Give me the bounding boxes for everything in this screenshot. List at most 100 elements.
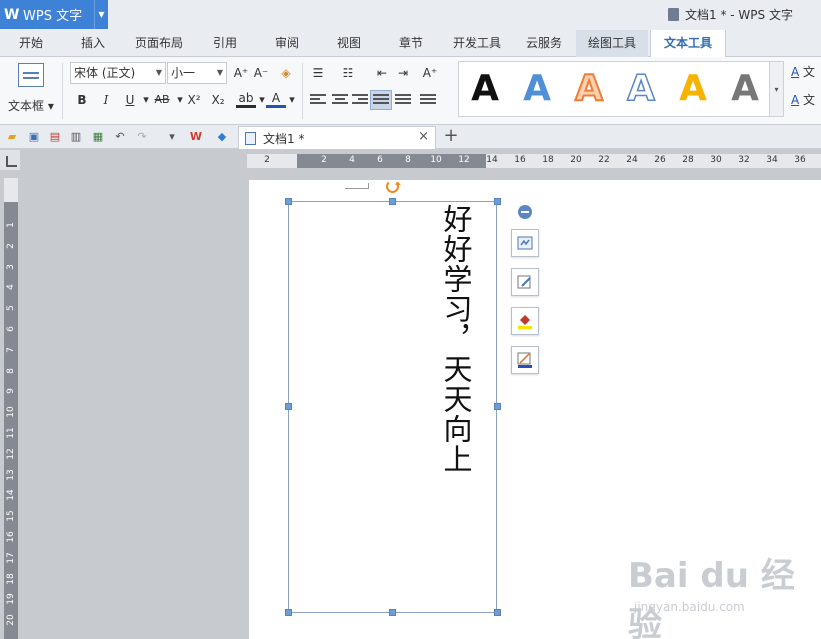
print-icon[interactable]: ▥ <box>68 129 84 145</box>
watermark-url: jingyan.baidu.com <box>634 600 745 614</box>
ruler-tick-label: 20 <box>570 155 582 165</box>
text-style-gallery: A A A A A A <box>458 61 770 117</box>
open-folder-icon[interactable]: ▰ <box>4 129 20 145</box>
increase-indent-icon[interactable]: ⇥ <box>393 63 413 83</box>
ruler-corner[interactable] <box>0 150 20 170</box>
ruler-tick-label: 5 <box>6 305 16 312</box>
document-tab[interactable]: 文档1 * × <box>238 126 436 149</box>
ruler-tick-label: 18 <box>6 572 16 585</box>
ruler-tick-label: 36 <box>794 155 806 165</box>
resize-handle-nw[interactable] <box>285 198 292 205</box>
rotate-handle-icon[interactable] <box>386 180 401 193</box>
layout-options-button[interactable] <box>511 229 539 257</box>
ruler-tick-label: 22 <box>598 155 610 165</box>
tab-chapter[interactable]: 章节 <box>386 30 436 57</box>
ruler-tick-label: 6 <box>6 326 16 332</box>
ruler-tick-label: 18 <box>542 155 554 165</box>
undo-icon[interactable]: ↶ <box>112 129 128 145</box>
close-icon[interactable]: × <box>418 129 429 144</box>
style-orange-outline[interactable]: A <box>565 66 613 112</box>
ruler-tick-label: 13 <box>6 468 16 481</box>
clear-format-icon[interactable]: ◈ <box>276 63 296 83</box>
tab-drawing-tools[interactable]: 绘图工具 <box>576 30 648 57</box>
ruler-tick-label: 1 <box>6 222 16 228</box>
ruler-tick-label: 4 <box>349 155 355 165</box>
resize-handle-s[interactable] <box>389 609 396 616</box>
line-color-button[interactable] <box>511 346 539 374</box>
resize-handle-sw[interactable] <box>285 609 292 616</box>
decrease-indent-icon[interactable]: ⇤ <box>372 63 392 83</box>
ruler-tick-label: 2 <box>264 155 270 165</box>
align-right-icon[interactable] <box>352 94 368 106</box>
chevron-down-icon[interactable]: ▾ <box>164 129 180 145</box>
export-pdf-icon[interactable]: ▤ <box>47 129 63 145</box>
fill-color-button[interactable] <box>511 307 539 335</box>
textbox-button[interactable]: 文本框 ▾ <box>6 61 56 119</box>
style-black[interactable]: A <box>461 66 509 112</box>
distributed-icon[interactable] <box>395 94 411 106</box>
tab-view[interactable]: 视图 <box>324 30 374 57</box>
tab-start[interactable]: 开始 <box>8 30 54 57</box>
tab-insert[interactable]: 插入 <box>68 30 118 57</box>
text-fill-button[interactable]: A 文 <box>791 63 821 83</box>
font-size-select[interactable]: 小一 ▼ <box>167 62 227 84</box>
tab-references[interactable]: 引用 <box>200 30 250 57</box>
new-tab-button[interactable]: + <box>442 125 460 149</box>
window-title: 文档1 * - WPS 文字 <box>668 6 793 23</box>
style-gray-gradient[interactable]: A <box>721 66 769 112</box>
line-spacing-icon[interactable] <box>420 94 436 106</box>
quick-access-bar: ▰ ▣ ▤ ▥ ▦ ↶ ↷ ▾ W ◆ 文档1 * × + <box>0 125 821 149</box>
shape-outline-button[interactable] <box>511 268 539 296</box>
app-menu-button[interactable]: W WPS 文字 ▼ <box>0 0 108 29</box>
italic-icon[interactable]: I <box>96 90 116 110</box>
vertical-text[interactable]: 好好学习，天天向上 <box>439 204 473 474</box>
pencil-icon <box>517 275 531 289</box>
text-outline-button[interactable]: A 文 <box>791 91 821 111</box>
style-gold[interactable]: A <box>669 66 717 112</box>
ruler-tick-label: 34 <box>766 155 778 165</box>
ruler-tick-label: 3 <box>6 263 16 270</box>
ruler-tick-label: 7 <box>6 346 16 353</box>
justify-button[interactable] <box>370 90 392 110</box>
font-name-select[interactable]: 宋体 (正文) ▼ <box>70 62 166 84</box>
collapse-icon[interactable] <box>518 205 532 219</box>
bold-icon[interactable]: B <box>72 90 92 110</box>
resize-handle-w[interactable] <box>285 403 292 410</box>
tab-cloud[interactable]: 云服务 <box>516 30 572 57</box>
font-name-value: 宋体 (正文) <box>74 66 136 80</box>
tab-page-layout[interactable]: 页面布局 <box>128 30 190 57</box>
chevron-down-icon[interactable]: ▾ <box>282 90 302 110</box>
style-blue-gradient[interactable]: A <box>513 66 561 112</box>
resize-handle-e[interactable] <box>494 403 501 410</box>
numbered-list-icon[interactable]: ☷ <box>338 63 358 83</box>
subscript-icon[interactable]: X₂ <box>208 90 228 110</box>
align-left-icon[interactable] <box>310 94 326 106</box>
text-direction-icon[interactable]: A⁺ <box>420 63 440 83</box>
grow-font-icon[interactable]: A⁺ <box>231 63 251 83</box>
print-preview-icon[interactable]: ▦ <box>90 129 106 145</box>
tab-review[interactable]: 审阅 <box>262 30 312 57</box>
vertical-ruler[interactable]: 1 2 3 4 5 6 7 8 9 10 11 12 13 14 15 16 17 18 19 20 <box>4 178 18 639</box>
tab-developer[interactable]: 开发工具 <box>446 30 508 57</box>
save-icon[interactable]: ▣ <box>26 129 42 145</box>
resize-handle-se[interactable] <box>494 609 501 616</box>
watermark-brand: Bai du 经验 <box>628 556 795 639</box>
redo-icon[interactable]: ↷ <box>134 129 150 145</box>
wps-cloud-icon[interactable]: W <box>188 129 204 145</box>
superscript-icon[interactable]: X² <box>184 90 204 110</box>
strikethrough-icon[interactable]: AB <box>152 90 172 110</box>
align-center-icon[interactable] <box>332 94 348 106</box>
divider <box>302 63 303 119</box>
cube-icon[interactable]: ◆ <box>214 129 230 145</box>
font-size-value: 小一 <box>171 66 196 80</box>
bullet-list-icon[interactable]: ☰ <box>308 63 328 83</box>
tab-text-tools[interactable]: 文本工具 <box>650 30 726 58</box>
gallery-scroll[interactable]: ▾ <box>770 61 784 117</box>
resize-handle-n[interactable] <box>389 198 396 205</box>
resize-handle-ne[interactable] <box>494 198 501 205</box>
shrink-font-icon[interactable]: A⁻ <box>251 63 271 83</box>
chevron-down-icon[interactable]: ▼ <box>94 0 108 29</box>
ruler-tick-label: 16 <box>514 155 526 165</box>
style-blue-outline[interactable]: A <box>617 66 665 112</box>
horizontal-ruler[interactable]: 2 2 4 6 8 10 12 14 16 18 20 22 24 26 28 30 32 34 36 <box>247 154 821 168</box>
